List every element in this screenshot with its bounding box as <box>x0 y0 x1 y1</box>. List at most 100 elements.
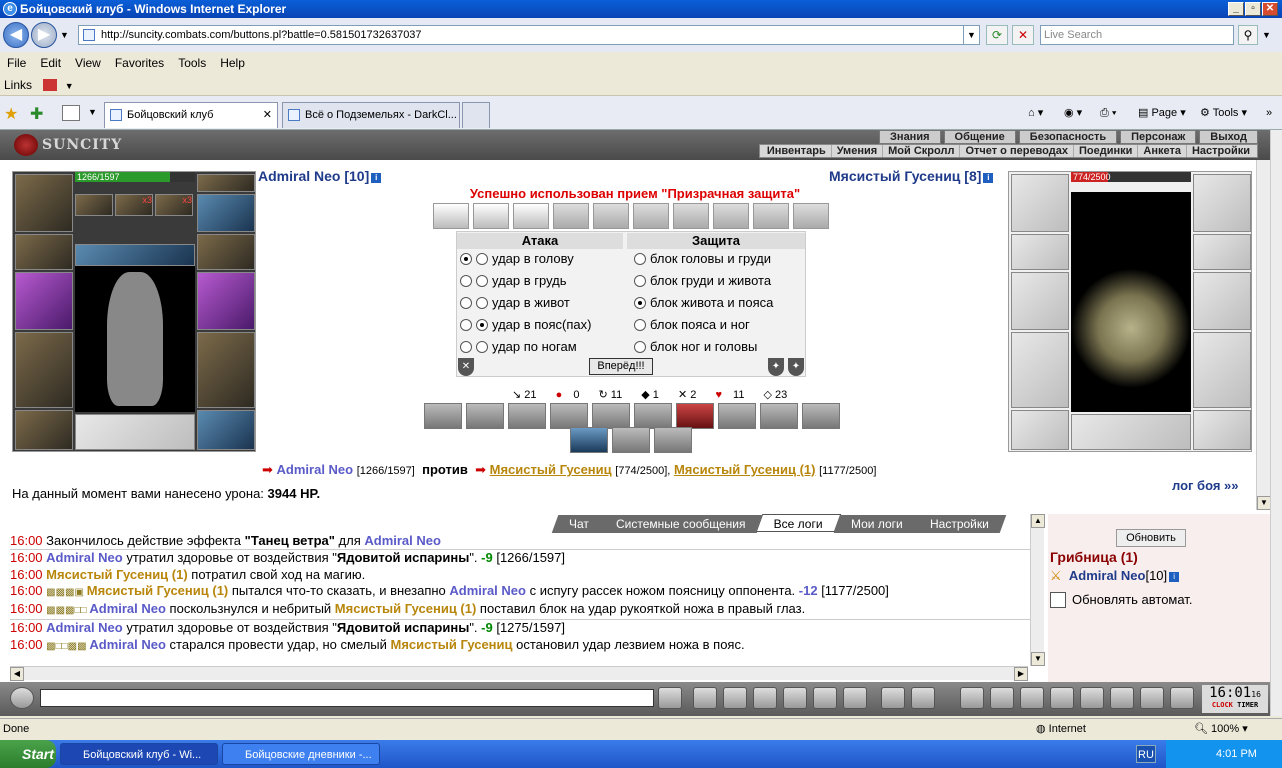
item-slot[interactable]: x3 <box>155 194 193 216</box>
nav-communication[interactable]: Общение <box>943 130 1016 144</box>
defense-radio[interactable] <box>634 253 646 265</box>
log-scrollbar[interactable]: ▲ ▼ <box>1030 514 1045 666</box>
helmet-slot[interactable] <box>1011 174 1069 232</box>
exit-icon[interactable] <box>1170 687 1194 709</box>
spell-slots[interactable] <box>75 244 195 266</box>
menu-help[interactable]: Help <box>213 52 252 74</box>
skill-slot[interactable] <box>793 203 829 229</box>
send-icon[interactable] <box>658 687 682 709</box>
offhand-slot[interactable] <box>197 272 255 330</box>
attack-radio[interactable] <box>460 297 472 309</box>
auto-refresh-checkbox[interactable] <box>1050 592 1066 608</box>
ability-icon[interactable] <box>424 403 462 429</box>
defense-radio[interactable] <box>634 341 646 353</box>
item-slot[interactable]: x3 <box>115 194 153 216</box>
participant-player[interactable]: Admiral Neo <box>277 462 354 477</box>
weapon-slot[interactable] <box>1011 272 1069 330</box>
ability-icon[interactable] <box>550 403 588 429</box>
menu-view[interactable]: View <box>68 52 108 74</box>
skill-slot[interactable] <box>553 203 589 229</box>
add-favorite-icon[interactable]: ✚ <box>30 104 43 124</box>
ability-icon[interactable] <box>508 403 546 429</box>
inventory-icon[interactable] <box>960 687 984 709</box>
search-input[interactable]: Live Search <box>1040 25 1234 45</box>
skill-slot[interactable] <box>753 203 789 229</box>
log-enemy-name[interactable]: Мясистый Гусениц (1) <box>335 601 477 616</box>
forward-button[interactable]: ▶ <box>31 22 57 48</box>
maximize-button[interactable]: ▫ <box>1245 2 1261 16</box>
log-player-name[interactable]: Admiral Neo <box>449 583 526 598</box>
log-enemy-name[interactable]: Мясистый Гусениц (1) <box>46 567 188 582</box>
attack-option[interactable]: удар по ногам <box>460 337 577 357</box>
menu-favorites[interactable]: Favorites <box>108 52 171 74</box>
skill-slot[interactable] <box>433 203 469 229</box>
scroll-up-icon[interactable]: ▲ <box>1031 514 1045 528</box>
tab-darkclub[interactable]: Всё о Подземельях - DarkCl... <box>282 102 460 128</box>
defense-option[interactable]: блок груди и живота <box>634 271 771 291</box>
tab-list-dropdown-icon[interactable]: ▼ <box>88 107 97 117</box>
ability-icon[interactable] <box>760 403 798 429</box>
search-dropdown-icon[interactable]: ▼ <box>1262 30 1271 40</box>
ability-icon[interactable] <box>676 403 714 429</box>
ability-icon[interactable] <box>654 427 692 453</box>
attack-option[interactable]: удар в голову <box>460 249 574 269</box>
link-favicon-icon[interactable] <box>43 79 58 91</box>
new-tab-button[interactable] <box>462 102 490 128</box>
weapon-slot[interactable] <box>15 272 73 330</box>
nav-skills[interactable]: Умения <box>830 145 883 157</box>
chevron-right-icon[interactable]: » <box>1266 104 1272 122</box>
nav-security[interactable]: Безопасность <box>1018 130 1118 144</box>
scroll-down-icon[interactable]: ▼ <box>1257 496 1271 510</box>
battle-log-link[interactable]: лог боя »» <box>1172 478 1239 493</box>
log-enemy-name[interactable]: Мясистый Гусениц (1) <box>87 583 229 598</box>
clear-icon[interactable] <box>693 687 717 709</box>
boots-slot[interactable] <box>197 410 255 450</box>
boots-slot[interactable] <box>1193 410 1251 450</box>
stop-icon[interactable]: ✕ <box>1012 25 1034 45</box>
bracers-slot[interactable] <box>1011 234 1069 270</box>
defense-option[interactable]: блок живота и пояса <box>634 293 773 313</box>
feeds-icon[interactable]: ◉ ▾ <box>1064 104 1082 122</box>
legs-slot[interactable] <box>1193 332 1251 408</box>
filter-icon[interactable] <box>723 687 747 709</box>
back-button[interactable]: ◀ <box>3 22 29 48</box>
zoom-level[interactable]: 🔍︎ 100% ▾ <box>1194 719 1248 739</box>
enemy-name[interactable]: Мясистый Гусениц [8] i <box>829 168 994 184</box>
small-items-slots[interactable] <box>75 414 195 450</box>
belt-slot[interactable] <box>15 410 73 450</box>
attack-radio[interactable] <box>476 275 488 287</box>
belt-slot[interactable] <box>1011 410 1069 450</box>
attack-option[interactable]: удар в грудь <box>460 271 567 291</box>
task-ie-diaries[interactable]: Бойцовские дневники -... <box>222 743 380 765</box>
close-window-button[interactable]: ✕ <box>1262 2 1278 16</box>
quick-tabs-icon[interactable] <box>62 105 80 121</box>
log-player-name[interactable]: -12 <box>799 583 818 598</box>
sound-icon[interactable] <box>843 687 867 709</box>
search-icon[interactable]: ⚲ <box>1238 25 1258 45</box>
attack-option[interactable]: удар в живот <box>460 293 570 313</box>
skill-slot[interactable] <box>633 203 669 229</box>
defense-option[interactable]: блок ног и головы <box>634 337 757 357</box>
ability-icon[interactable] <box>634 403 672 429</box>
party-icon[interactable] <box>1140 687 1164 709</box>
smiley-icon[interactable] <box>881 687 905 709</box>
chat-icon[interactable] <box>10 687 34 709</box>
scroll-left-icon[interactable]: ◀ <box>10 667 24 681</box>
clan-icon[interactable] <box>990 687 1014 709</box>
history-dropdown-icon[interactable]: ▼ <box>60 30 69 40</box>
room-player[interactable]: ⚔ Admiral Neo[10] i <box>1050 568 1180 584</box>
tab-chat[interactable]: Чат <box>551 515 607 533</box>
translit-icon[interactable] <box>911 687 935 709</box>
attack-radio[interactable] <box>460 275 472 287</box>
nav-transfers[interactable]: Отчет о переводах <box>959 145 1073 157</box>
menu-file[interactable]: File <box>0 52 33 74</box>
info-icon[interactable]: i <box>1169 572 1180 582</box>
participant-enemy-1[interactable]: Мясистый Гусениц <box>490 462 612 477</box>
rings-slot[interactable] <box>1193 174 1251 232</box>
chat-input[interactable] <box>40 689 654 707</box>
friends-icon[interactable] <box>1050 687 1074 709</box>
ability-icon[interactable] <box>612 427 650 453</box>
emote-icon[interactable] <box>783 687 807 709</box>
nav-settings[interactable]: Настройки <box>1185 145 1255 157</box>
print-icon[interactable]: ⎙ ▾ <box>1100 104 1116 122</box>
